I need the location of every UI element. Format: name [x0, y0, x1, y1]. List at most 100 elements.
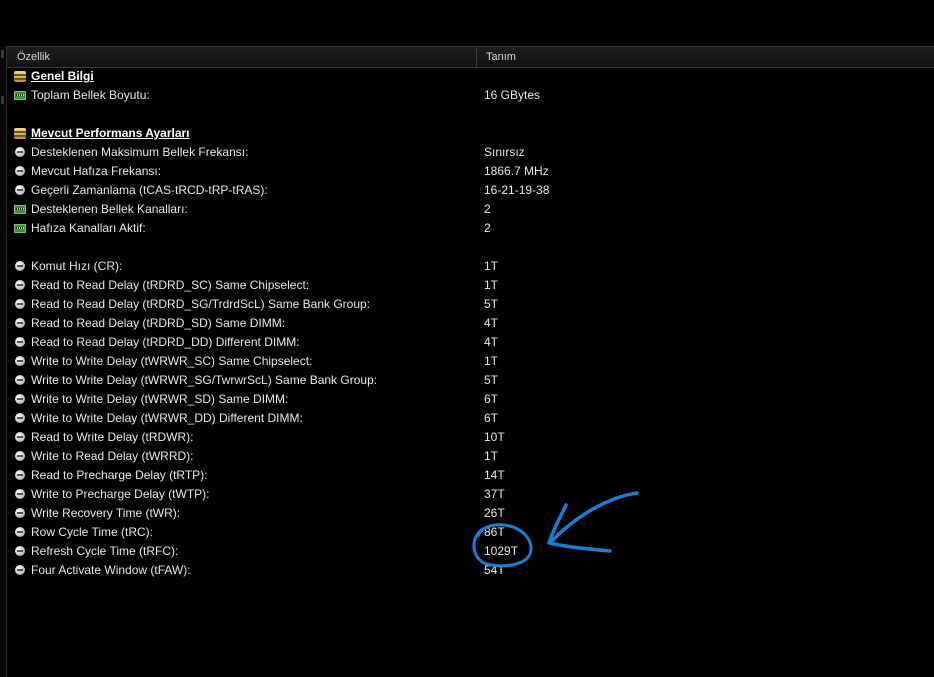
section-header[interactable]: Mevcut Performans Ayarları	[7, 124, 934, 143]
clock-icon	[15, 508, 25, 518]
clock-icon	[15, 356, 25, 366]
property-row[interactable]: Write to Write Delay (tWRWR_SC) Same Chi…	[7, 352, 934, 371]
property-value: 14T	[484, 468, 505, 482]
property-label: Write to Read Delay (tWRRD):	[31, 449, 194, 463]
clock-icon	[15, 546, 25, 556]
memory-module-icon	[14, 224, 26, 233]
top-black-area	[0, 0, 934, 46]
property-label: Write to Write Delay (tWRWR_SG/TwrwrScL)…	[31, 373, 378, 387]
property-value: 16-21-19-38	[484, 183, 550, 197]
property-row[interactable]: Read to Read Delay (tRDRD_SG/TrdrdScL) S…	[7, 295, 934, 314]
clock-icon	[15, 451, 25, 461]
clock-icon	[15, 318, 25, 328]
property-value: 5T	[484, 373, 499, 387]
property-value: 26T	[484, 506, 505, 520]
property-row[interactable]: Desteklenen Bellek Kanalları: 2	[7, 200, 934, 219]
property-value: 1T	[484, 278, 499, 292]
property-value: 37T	[484, 487, 505, 501]
property-value: 2	[484, 221, 491, 235]
property-value: 16 GBytes	[484, 88, 541, 102]
property-row[interactable]: Read to Precharge Delay (tRTP): 14T	[7, 466, 934, 485]
property-row[interactable]: Write Recovery Time (tWR): 26T	[7, 504, 934, 523]
property-row[interactable]: Desteklenen Maksimum Bellek Frekansı: Sın…	[7, 143, 934, 162]
property-label: Write to Precharge Delay (tWTP):	[31, 487, 210, 501]
property-row[interactable]: Write to Read Delay (tWRRD): 1T	[7, 447, 934, 466]
property-row[interactable]: Row Cycle Time (tRC): 86T	[7, 523, 934, 542]
property-value: 4T	[484, 316, 499, 330]
blank-row	[7, 238, 934, 257]
property-row[interactable]: Geçerli Zamanlama (tCAS-tRCD-tRP-tRAS): 1…	[7, 181, 934, 200]
strip-mark	[1, 50, 4, 58]
column-header-value[interactable]: Tanım	[486, 47, 516, 67]
clock-icon	[15, 394, 25, 404]
property-row[interactable]: Write to Precharge Delay (tWTP): 37T	[7, 485, 934, 504]
property-value: 1T	[484, 354, 499, 368]
property-row[interactable]: Mevcut Hafıza Frekansı: 1866.7 MHz	[7, 162, 934, 181]
property-row[interactable]: Write to Write Delay (tWRWR_DD) Differen…	[7, 409, 934, 428]
property-label: Read to Read Delay (tRDRD_SG/TrdrdScL) S…	[31, 297, 371, 311]
property-label: Read to Read Delay (tRDRD_DD) Different …	[31, 335, 300, 349]
property-list: Genel Bilgi Toplam Bellek Boyutu: 16 GByte…	[7, 67, 934, 580]
property-row[interactable]: Write to Write Delay (tWRWR_SD) Same DIM…	[7, 390, 934, 409]
left-scroll-strip[interactable]	[0, 46, 7, 677]
property-label: Komut Hızı (CR):	[31, 259, 123, 273]
property-row[interactable]: Write to Write Delay (tWRWR_SG/TwrwrScL)…	[7, 371, 934, 390]
database-icon	[14, 128, 26, 139]
property-label: Write to Write Delay (tWRWR_DD) Differen…	[31, 411, 303, 425]
property-label: Toplam Bellek Boyutu:	[31, 88, 150, 102]
property-row[interactable]: Read to Read Delay (tRDRD_DD) Different …	[7, 333, 934, 352]
property-value: 1T	[484, 259, 499, 273]
property-label: Read to Read Delay (tRDRD_SD) Same DIMM:	[31, 316, 286, 330]
property-label: Write Recovery Time (tWR):	[31, 506, 181, 520]
property-label: Write to Write Delay (tWRWR_SD) Same DIM…	[31, 392, 289, 406]
property-value: 54T	[484, 563, 505, 577]
clock-icon	[15, 470, 25, 480]
clock-icon	[15, 261, 25, 271]
column-divider[interactable]	[476, 47, 477, 67]
property-value: 6T	[484, 411, 499, 425]
property-row[interactable]: Read to Read Delay (tRDRD_SC) Same Chips…	[7, 276, 934, 295]
column-header: Özellik Tanım	[7, 46, 934, 68]
property-row[interactable]: Read to Read Delay (tRDRD_SD) Same DIMM:…	[7, 314, 934, 333]
clock-icon	[15, 375, 25, 385]
property-value: 1866.7 MHz	[484, 164, 549, 178]
clock-icon	[15, 299, 25, 309]
clock-icon	[15, 565, 25, 575]
clock-icon	[15, 147, 25, 157]
property-value: Sınırsız	[484, 145, 525, 159]
property-label: Desteklenen Bellek Kanalları:	[31, 202, 188, 216]
clock-icon	[15, 489, 25, 499]
database-icon	[14, 71, 26, 82]
property-label: Read to Write Delay (tRDWR):	[31, 430, 194, 444]
property-label: Geçerli Zamanlama (tCAS-tRCD-tRP-tRAS):	[31, 183, 268, 197]
property-value: 5T	[484, 297, 499, 311]
section-header[interactable]: Genel Bilgi	[7, 67, 934, 86]
property-row[interactable]: Toplam Bellek Boyutu: 16 GBytes	[7, 86, 934, 105]
property-value: 2	[484, 202, 491, 216]
property-value: 86T	[484, 525, 505, 539]
property-label: Read to Read Delay (tRDRD_SC) Same Chips…	[31, 278, 310, 292]
property-value: 10T	[484, 430, 505, 444]
clock-icon	[15, 527, 25, 537]
property-value: 1029T	[484, 544, 519, 558]
property-row[interactable]: Hafıza Kanalları Aktif: 2	[7, 219, 934, 238]
section-title: Genel Bilgi	[31, 69, 94, 83]
clock-icon	[15, 432, 25, 442]
property-label: Write to Write Delay (tWRWR_SC) Same Chi…	[31, 354, 313, 368]
memory-module-icon	[14, 205, 26, 214]
section-title: Mevcut Performans Ayarları	[31, 126, 190, 140]
clock-icon	[15, 280, 25, 290]
property-row[interactable]: Refresh Cycle Time (tRFC): 1029T	[7, 542, 934, 561]
strip-mark	[1, 96, 4, 104]
property-value: 6T	[484, 392, 499, 406]
property-label: Refresh Cycle Time (tRFC):	[31, 544, 179, 558]
column-header-property[interactable]: Özellik	[17, 47, 50, 67]
clock-icon	[15, 413, 25, 423]
property-row[interactable]: Read to Write Delay (tRDWR): 10T	[7, 428, 934, 447]
property-label: Row Cycle Time (tRC):	[31, 525, 154, 539]
property-label: Desteklenen Maksimum Bellek Frekansı:	[31, 145, 249, 159]
property-value: 4T	[484, 335, 499, 349]
property-row[interactable]: Komut Hızı (CR): 1T	[7, 257, 934, 276]
property-row[interactable]: Four Activate Window (tFAW): 54T	[7, 561, 934, 580]
property-value: 1T	[484, 449, 499, 463]
